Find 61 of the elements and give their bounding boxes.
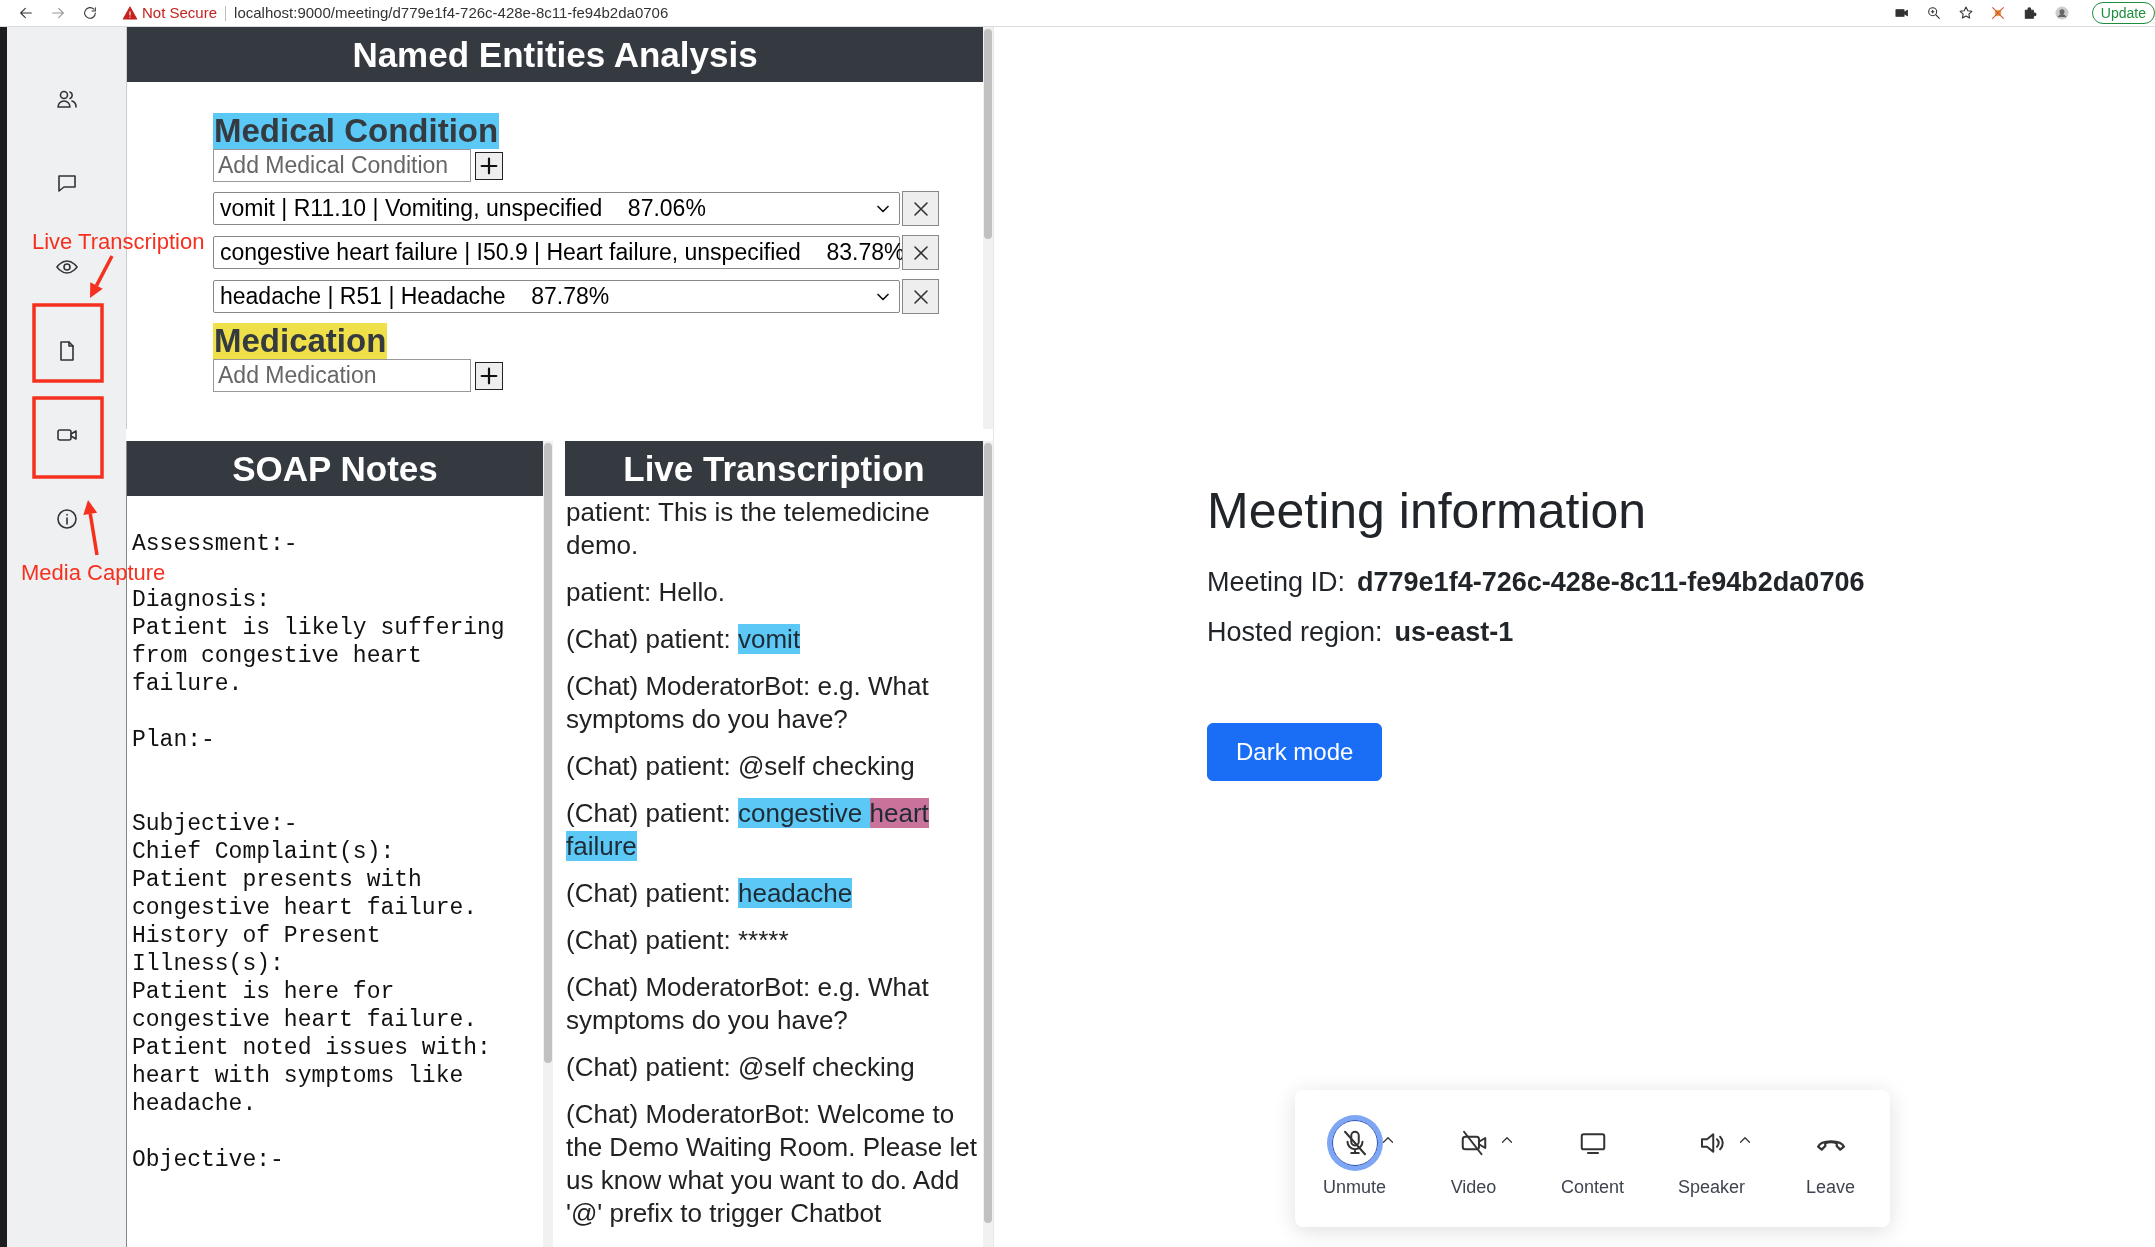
soap-notes-text: Plan:- <box>132 726 216 755</box>
transcript-message: (Chat) patient: congestive heart failure <box>565 797 930 863</box>
info-icon[interactable] <box>54 507 79 531</box>
soap-notes-text: Diagnosis: Patient is likely suffering from congestive heart failure. <box>132 586 506 698</box>
panel-title: SOAP Notes <box>127 441 543 496</box>
annotation-label: Media Capture <box>21 560 166 586</box>
input-field[interactable]: Add Medication <box>213 359 471 392</box>
section-heading: Medical Condition <box>213 113 500 149</box>
transcript-message: (Chat) ModeratorBot: e.g. What symptoms do you have? <box>565 971 930 1037</box>
section-heading: Medication <box>213 323 388 359</box>
profile-icon[interactable] <box>2053 5 2070 21</box>
remove-button[interactable] <box>902 235 939 270</box>
scrollbar[interactable] <box>983 27 993 429</box>
soap-notes-text: Assessment:- <box>132 530 299 558</box>
field-label: Hosted region: <box>1207 616 1383 649</box>
extension-icon[interactable] <box>1989 5 2006 21</box>
back-icon[interactable] <box>18 5 34 21</box>
remove-button[interactable] <box>902 191 939 226</box>
remove-button[interactable] <box>902 279 939 314</box>
security-label[interactable]: Not Secure <box>142 1 218 25</box>
entity-dropdown[interactable]: vomit | R11.10 | Vomiting, unspecified 87.06% <box>213 192 900 225</box>
control-button[interactable]: Speaker <box>1652 1120 1771 1227</box>
transcript-message: (Chat) patient: @self checking <box>565 750 916 783</box>
scrollbar[interactable] <box>543 441 553 1247</box>
entity-dropdown[interactable]: headache | R51 | Headache 87.78% <box>213 280 900 313</box>
panel-title: Live Transcription <box>565 441 983 496</box>
arrow <box>83 500 99 556</box>
entity-text: vomit | R11.10 | Vomiting, unspecified 87.06% <box>220 194 706 224</box>
star-icon[interactable] <box>1957 5 1974 21</box>
field-label: Meeting ID: <box>1207 566 1346 599</box>
arrow <box>90 255 114 298</box>
transcript-message: patient: Hello. <box>565 576 726 609</box>
transcript-message: (Chat) patient: ***** <box>565 924 790 957</box>
field-value: us-east-1 <box>1394 616 1514 649</box>
transcript-message: (Chat) patient: @self checking <box>565 1051 916 1084</box>
control-button[interactable]: Unmute <box>1295 1120 1414 1227</box>
zoom-icon[interactable] <box>1925 5 1942 21</box>
add-button[interactable] <box>475 151 503 180</box>
warning-icon <box>122 5 138 21</box>
soap-notes-text: Objective:- <box>132 1146 285 1174</box>
input-field[interactable]: Add Medical Condition <box>213 149 471 182</box>
scrollbar[interactable] <box>983 441 993 1247</box>
meeting-title: Meeting information <box>1207 482 1648 541</box>
panel-title: Named Entities Analysis <box>127 27 983 82</box>
transcript-message: (Chat) ModeratorBot: e.g. What symptoms do you have? <box>565 670 930 736</box>
transcript-message: patient: This is the telemedicine demo. <box>565 496 931 562</box>
soap-notes-text: Subjective:- Chief Complaint(s): Patient presents with congestive heart failure. History of Present Illness(s): Patient is here for congestive heart failure. Patient noted issues with: heart with symptoms like headache. <box>132 810 492 1118</box>
control-button[interactable]: Content <box>1533 1120 1652 1227</box>
transcript-message: (Chat) ModeratorBot: Welcome to the Demo Waiting Room. Please let us know what you want to do. Add '@' prefix to trigger Chatbot <box>565 1098 978 1230</box>
reload-icon[interactable] <box>82 5 98 21</box>
transcript-message: (Chat) patient: vomit <box>565 623 802 656</box>
transcript-message: (Chat) patient: headache <box>565 877 854 910</box>
add-button[interactable] <box>475 361 503 390</box>
dark-mode-button[interactable]: Dark mode <box>1207 723 1383 781</box>
url-text[interactable]: localhost:9000/meeting/d779e1f4-726c-428e-8c11-fe94b2da0706 <box>234 1 669 25</box>
control-button[interactable]: Video <box>1414 1120 1533 1227</box>
field-value: d779e1f4-726c-428e-8c11-fe94b2da0706 <box>1357 566 1865 599</box>
entity-text: headache | R51 | Headache 87.78% <box>220 282 610 312</box>
annotation-label: Live Transcription <box>32 229 205 255</box>
control-button[interactable]: Leave <box>1771 1120 1890 1227</box>
update-button[interactable]: Update <box>2091 2 2155 24</box>
